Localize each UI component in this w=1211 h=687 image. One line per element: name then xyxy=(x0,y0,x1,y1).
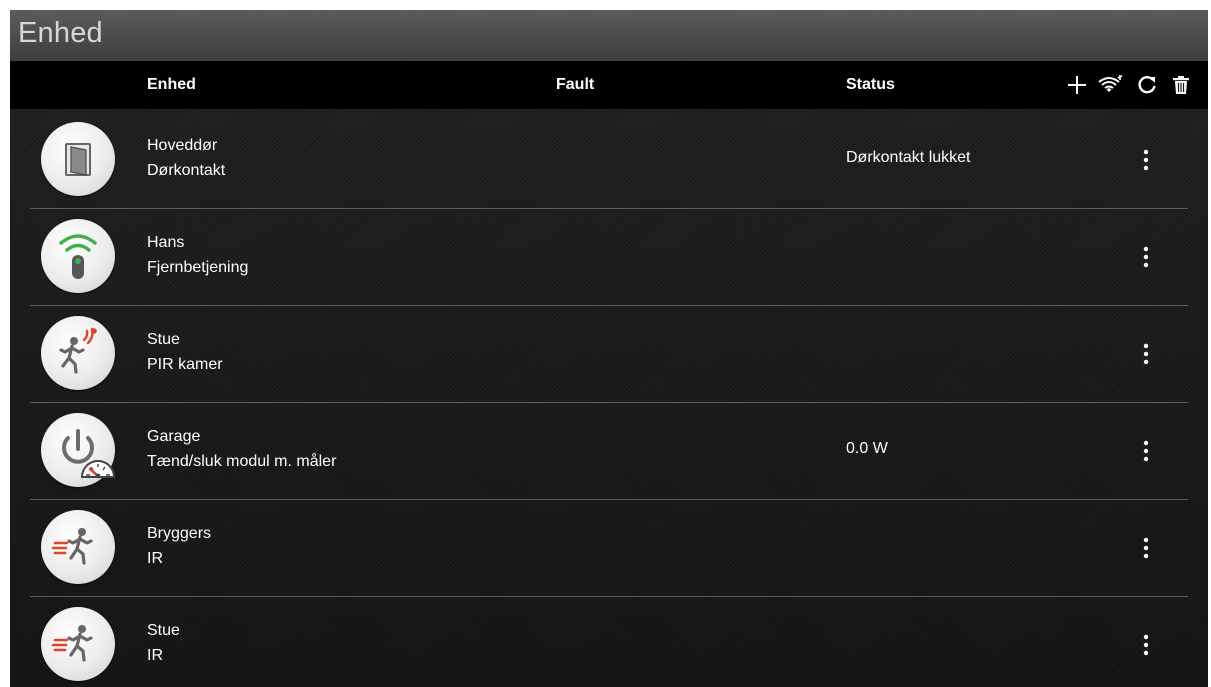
column-header-device: Enhed xyxy=(147,76,196,93)
more-options-icon[interactable] xyxy=(1136,438,1156,464)
device-type: Tænd/sluk modul m. måler xyxy=(147,453,337,470)
ir-motion-icon xyxy=(51,625,93,662)
device-name: Bryggers xyxy=(147,525,212,542)
device-row[interactable]: Stue PIR kamer xyxy=(10,306,1188,403)
power-meter-icon xyxy=(62,429,115,479)
device-name: Stue xyxy=(147,331,180,348)
device-name: Garage xyxy=(147,428,201,445)
device-type: IR xyxy=(147,550,163,567)
more-options-icon[interactable] xyxy=(1136,535,1156,561)
device-avatar xyxy=(41,122,115,196)
table-header: Enhed Fault Status xyxy=(10,61,1208,109)
wifi-icon[interactable] xyxy=(1097,74,1123,96)
device-name: Hans xyxy=(147,234,185,251)
page-title: Enhed xyxy=(18,17,103,49)
device-type: Dørkontakt xyxy=(147,162,226,179)
device-row[interactable]: Stue IR xyxy=(10,597,1188,687)
refresh-icon[interactable] xyxy=(1136,74,1158,96)
device-avatar xyxy=(41,510,115,584)
device-name: Stue xyxy=(147,622,180,639)
device-row[interactable]: Hoveddør Dørkontakt Dørkontakt lukket xyxy=(10,112,1188,209)
remote-control-icon xyxy=(59,234,97,279)
device-type: PIR kamer xyxy=(147,356,223,373)
column-header-status: Status xyxy=(846,76,895,93)
column-header-fault: Fault xyxy=(556,76,595,93)
device-status: Dørkontakt lukket xyxy=(846,149,971,166)
more-options-icon[interactable] xyxy=(1136,341,1156,367)
device-avatar xyxy=(41,316,115,390)
device-panel: Enhed Enhed Fault Status Hoveddør Dørkon… xyxy=(10,10,1208,687)
title-bar: Enhed xyxy=(10,10,1208,61)
door-contact-icon xyxy=(65,143,91,176)
device-row[interactable]: Bryggers IR xyxy=(10,500,1188,597)
device-row[interactable]: Hans Fjernbetjening xyxy=(10,209,1188,306)
device-type: IR xyxy=(147,647,163,664)
device-avatar xyxy=(41,413,115,487)
device-name: Hoveddør xyxy=(147,137,218,154)
device-type: Fjernbetjening xyxy=(147,259,249,276)
device-status: 0.0 W xyxy=(846,440,888,457)
more-options-icon[interactable] xyxy=(1136,244,1156,270)
device-avatar xyxy=(41,607,115,681)
device-avatar xyxy=(41,219,115,293)
more-options-icon[interactable] xyxy=(1136,147,1156,173)
add-icon[interactable] xyxy=(1066,74,1088,96)
ir-motion-icon xyxy=(51,528,93,565)
trash-icon[interactable] xyxy=(1170,74,1192,96)
more-options-icon[interactable] xyxy=(1136,632,1156,658)
pir-camera-icon xyxy=(59,327,97,374)
device-row[interactable]: Garage Tænd/sluk modul m. måler 0.0 W xyxy=(10,403,1188,500)
